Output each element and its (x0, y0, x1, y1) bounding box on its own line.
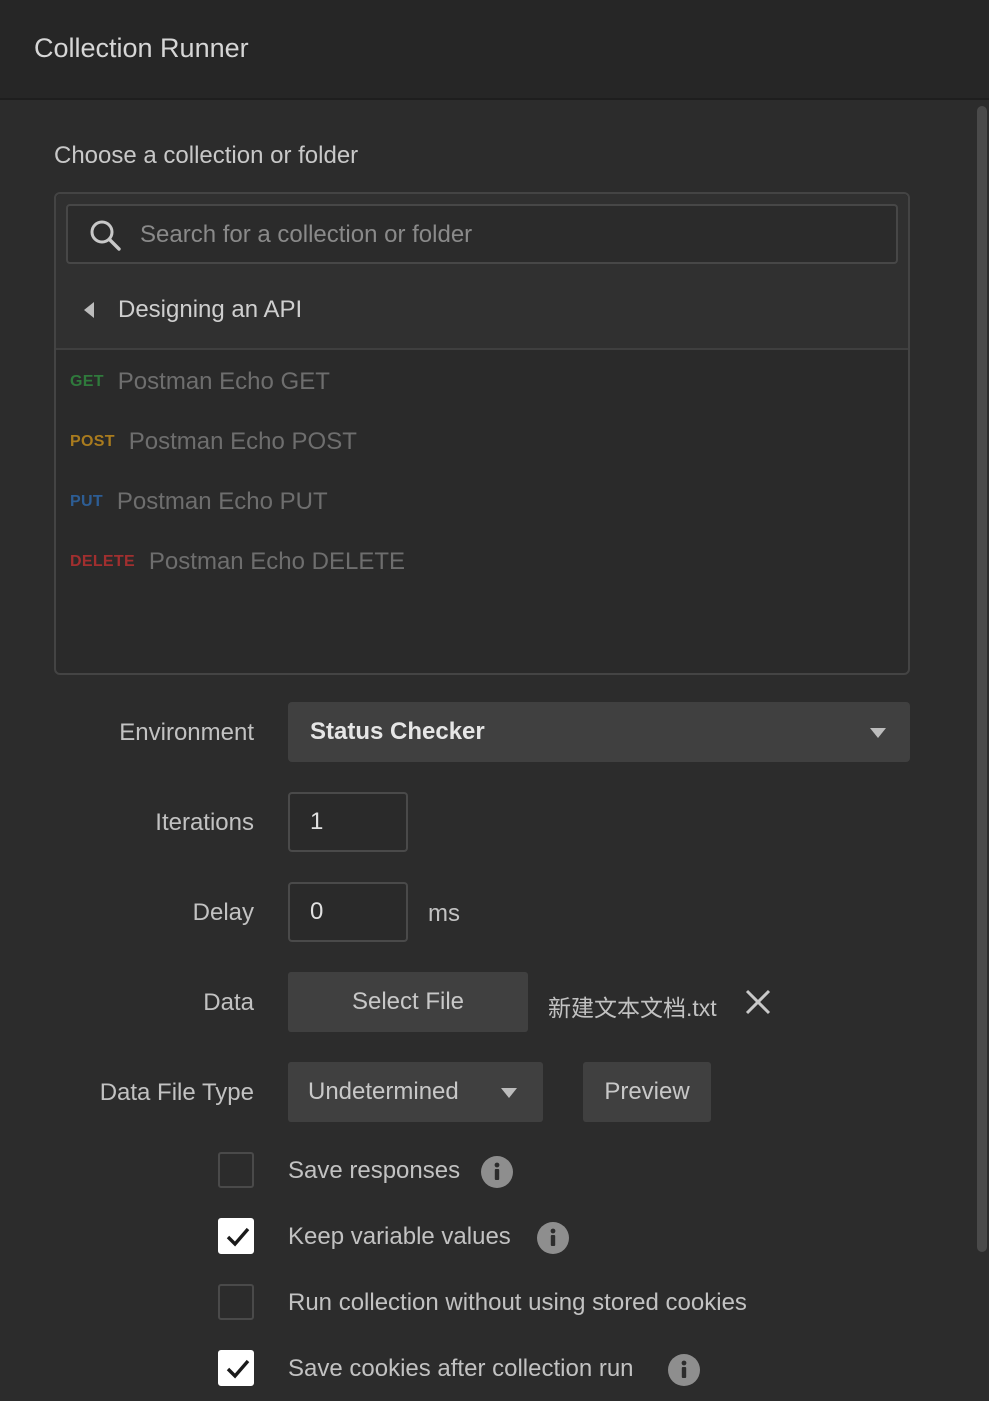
save-cookies-checkbox[interactable] (218, 1350, 254, 1386)
iterations-input[interactable] (290, 794, 406, 850)
iterations-label: Iterations (155, 809, 254, 836)
request-name: Postman Echo POST (128, 428, 357, 455)
run-without-cookies-label: Run collection without using stored cook… (288, 1289, 747, 1316)
scrollbar-thumb[interactable] (977, 106, 987, 1252)
request-name: Postman Echo GET (117, 368, 330, 395)
data-label: Data (203, 989, 254, 1016)
collection-picker: Designing an API GET Postman Echo GET PO… (54, 192, 910, 675)
method-badge: POST (70, 433, 115, 450)
environment-select[interactable]: Status Checker (288, 702, 910, 762)
request-name: Postman Echo PUT (116, 488, 328, 515)
info-icon[interactable] (668, 1354, 700, 1386)
method-badge: GET (70, 373, 104, 390)
list-item-request[interactable]: POST Postman Echo POST (70, 424, 357, 460)
info-icon[interactable] (537, 1222, 569, 1254)
chevron-down-icon (501, 1088, 517, 1098)
header: Collection Runner (0, 0, 989, 100)
delay-input[interactable] (290, 884, 406, 940)
selected-file-name: 新建文本文档.txt (548, 995, 717, 1021)
picker-header: Designing an API (56, 194, 908, 350)
preview-button[interactable]: Preview (583, 1062, 711, 1122)
back-caret-icon[interactable] (84, 302, 94, 318)
request-name: Postman Echo DELETE (148, 548, 406, 575)
list-item-request[interactable]: GET Postman Echo GET (70, 364, 330, 400)
delay-unit: ms (428, 900, 460, 927)
method-badge: PUT (70, 493, 103, 510)
environment-value: Status Checker (310, 718, 485, 745)
save-responses-checkbox[interactable] (218, 1152, 254, 1188)
page-title: Collection Runner (34, 33, 249, 63)
run-without-cookies-checkbox[interactable] (218, 1284, 254, 1320)
search-input[interactable] (138, 212, 882, 258)
keep-variable-values-checkbox[interactable] (218, 1218, 254, 1254)
data-file-type-value: Undetermined (308, 1078, 459, 1105)
select-file-button[interactable]: Select File (288, 972, 528, 1032)
environment-label: Environment (119, 719, 254, 746)
checkmark-icon (226, 1227, 250, 1247)
delay-label: Delay (192, 899, 254, 926)
method-badge: DELETE (70, 553, 135, 570)
iterations-field[interactable] (288, 792, 408, 852)
data-file-type-select[interactable]: Undetermined (288, 1062, 543, 1122)
list-item-request[interactable]: PUT Postman Echo PUT (70, 484, 328, 520)
save-cookies-label: Save cookies after collection run (288, 1355, 634, 1382)
save-responses-label: Save responses (288, 1157, 461, 1184)
delay-field[interactable] (288, 882, 408, 942)
chevron-down-icon (870, 728, 886, 738)
breadcrumb-folder: Designing an API (118, 296, 303, 323)
checkmark-icon (226, 1359, 250, 1379)
keep-variable-values-label: Keep variable values (288, 1223, 511, 1250)
breadcrumb[interactable]: Designing an API (84, 292, 302, 328)
info-icon[interactable] (481, 1156, 513, 1188)
list-item-request[interactable]: DELETE Postman Echo DELETE (70, 544, 405, 580)
collection-picker-label: Choose a collection or folder (54, 142, 359, 169)
close-icon[interactable] (744, 988, 772, 1016)
data-file-type-label: Data File Type (99, 1079, 254, 1106)
search-icon (90, 220, 121, 251)
search-box[interactable] (66, 204, 898, 264)
